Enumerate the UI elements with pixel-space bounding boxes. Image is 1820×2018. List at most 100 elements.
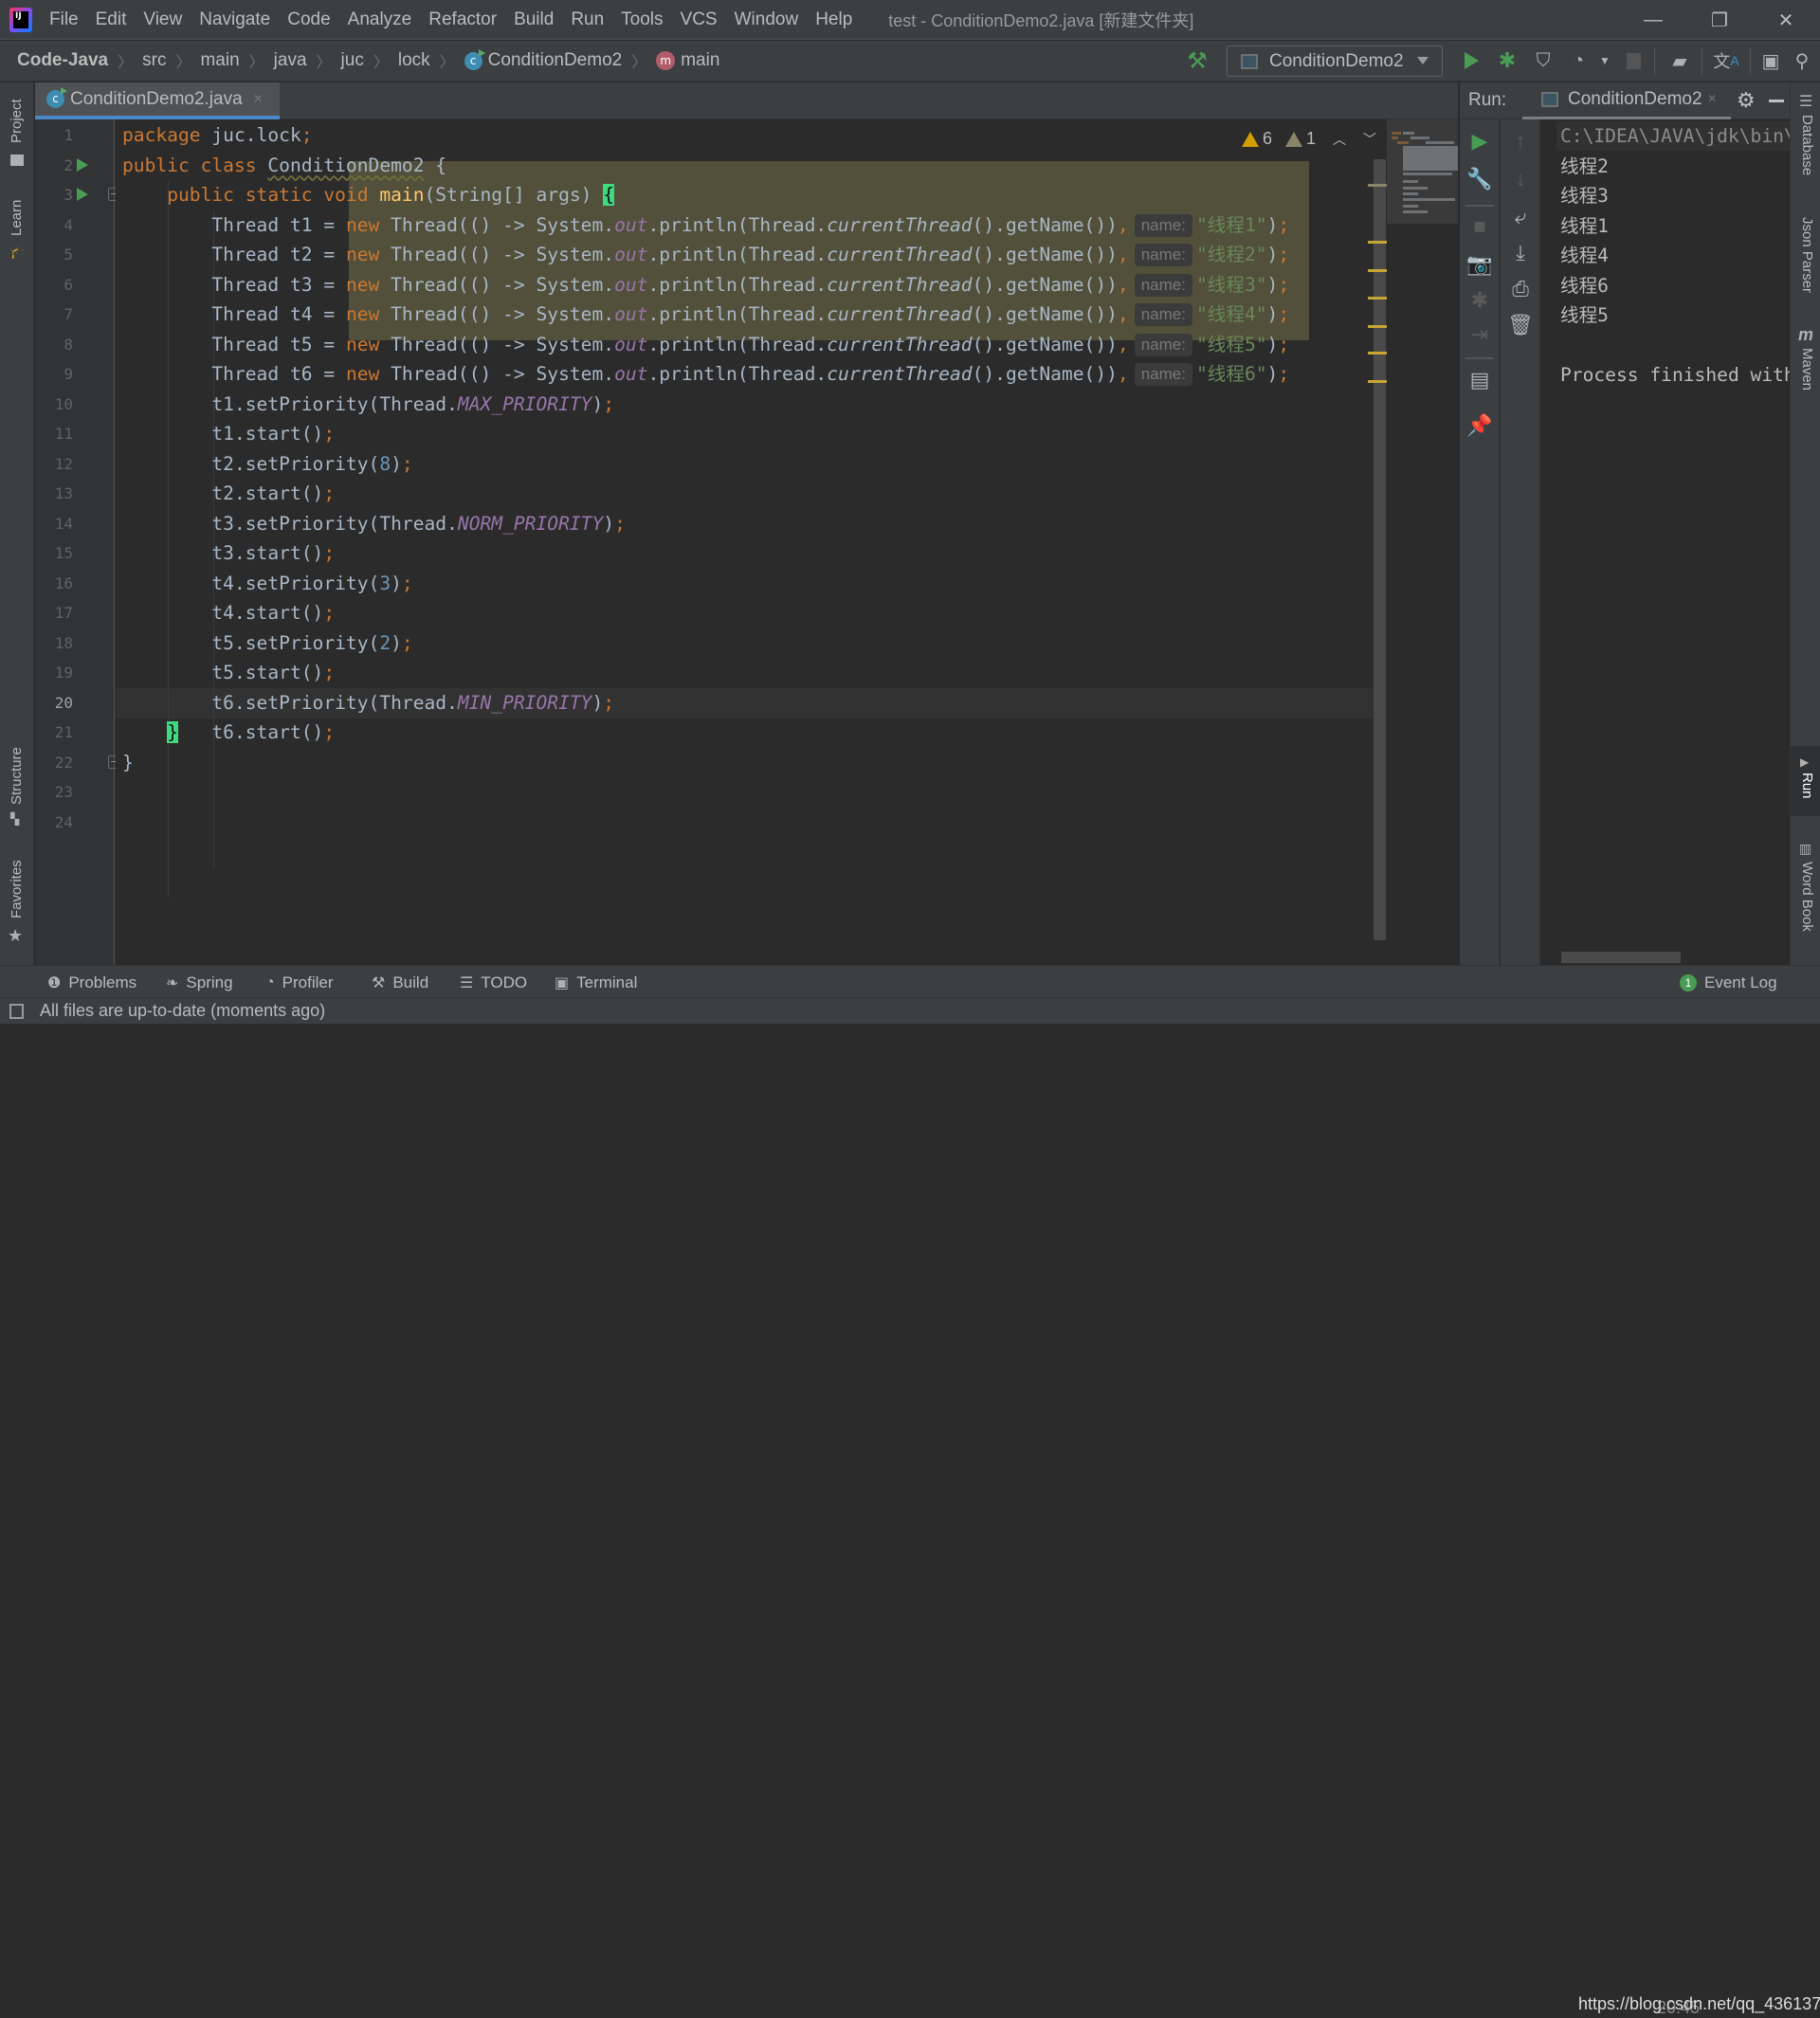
close-tab-icon[interactable]: × xyxy=(1708,91,1717,108)
run-config-icon xyxy=(1241,53,1258,69)
run-config-label: ConditionDemo2 xyxy=(1269,50,1404,71)
java-class-icon: c xyxy=(464,48,485,70)
menu-run[interactable]: Run xyxy=(571,9,604,30)
tool-tab-maven[interactable]: Maven xyxy=(1799,348,1815,391)
minimize-button[interactable]: — xyxy=(1627,0,1680,40)
login-icon[interactable]: ⇥ xyxy=(1460,322,1500,347)
stop-icon[interactable]: ■ xyxy=(1460,214,1500,239)
debug-exit-icon[interactable]: ✱ xyxy=(1460,288,1500,313)
print-icon[interactable]: ⎙ xyxy=(1501,277,1540,301)
stop-icon[interactable] xyxy=(1619,46,1647,75)
close-window-button[interactable]: ✕ xyxy=(1759,0,1812,40)
breadcrumb-main[interactable]: main xyxy=(200,50,239,71)
run-with-coverage-icon[interactable]: ⛉ xyxy=(1529,46,1557,75)
console-horizontal-scrollbar[interactable] xyxy=(1561,952,1681,963)
previous-highlight-icon[interactable]: ︿ xyxy=(1333,130,1346,149)
camera-icon[interactable]: 📷 xyxy=(1460,252,1500,277)
trash-icon[interactable]: 🗑 xyxy=(1501,313,1540,337)
gear-icon[interactable]: ⚙ xyxy=(1737,88,1756,113)
tool-tab-database[interactable]: Database xyxy=(1799,115,1815,175)
error-stripe-mark xyxy=(1368,184,1387,187)
line-number: 10 xyxy=(54,394,73,413)
restore-button[interactable]: ❐ xyxy=(1693,0,1746,40)
menu-build[interactable]: Build xyxy=(514,9,554,30)
menu-window[interactable]: Window xyxy=(735,9,799,30)
arrow-down-icon[interactable]: ↓ xyxy=(1501,167,1540,191)
close-tab-icon[interactable]: × xyxy=(254,91,263,108)
inspection-widget[interactable]: 6 1 ︿ ﹀ xyxy=(1242,129,1376,149)
tool-profiler[interactable]: ◔ Profiler xyxy=(265,973,334,992)
chevron-right-icon: 〉 xyxy=(175,55,191,71)
translate-icon[interactable]: 文A xyxy=(1712,46,1740,75)
code-minimap[interactable] xyxy=(1387,119,1458,224)
profile-icon[interactable]: ◔ xyxy=(1564,46,1592,75)
tool-terminal[interactable]: ▣ Terminal xyxy=(555,973,637,992)
menu-vcs[interactable]: VCS xyxy=(681,9,718,30)
run-console-output[interactable]: C:\IDEA\JAVA\jdk\bin\java.exe ... 线程2 线程3 线… xyxy=(1541,119,1790,965)
menu-edit[interactable]: Edit xyxy=(96,9,127,30)
code-editor[interactable]: package juc.lock; public class Condition… xyxy=(116,119,1386,965)
tool-tab-structure[interactable]: Structure xyxy=(9,747,25,805)
status-message: All files are up-to-date (moments ago) xyxy=(40,1001,326,1020)
scroll-to-end-icon[interactable]: ⤓ xyxy=(1501,241,1540,265)
menu-tools[interactable]: Tools xyxy=(621,9,663,30)
breadcrumb-java[interactable]: java xyxy=(274,50,307,71)
tool-tab-project[interactable]: Project xyxy=(9,99,25,143)
search-icon[interactable]: ⚲ xyxy=(1788,46,1816,75)
arrow-up-icon[interactable]: ↑ xyxy=(1501,129,1540,154)
rerun-icon[interactable]: ▶ xyxy=(1460,129,1500,154)
breadcrumb-class[interactable]: c ConditionDemo2 xyxy=(464,48,622,71)
menu-file[interactable]: File xyxy=(49,9,79,30)
menu-view[interactable]: View xyxy=(143,9,182,30)
debug-bug-icon[interactable]: ✱ xyxy=(1493,46,1521,75)
breadcrumb-src[interactable]: src xyxy=(142,50,166,71)
soft-wrap-icon[interactable]: ⤶ xyxy=(1501,205,1540,229)
tool-spring[interactable]: ❧ Spring xyxy=(166,973,233,992)
tab-conditiondemo2-java[interactable]: c ConditionDemo2.java × xyxy=(35,82,280,119)
run-gutter-icon[interactable] xyxy=(77,157,88,172)
matched-brace: } xyxy=(167,721,178,743)
terminal-window-icon[interactable]: ▣ xyxy=(1756,46,1785,75)
layout-icon[interactable]: ▤ xyxy=(1460,368,1500,392)
tool-tab-favorites[interactable]: Favorites xyxy=(9,860,25,918)
code-line-13: t2.start(); xyxy=(211,482,336,504)
menu-refactor[interactable]: Refactor xyxy=(428,9,497,30)
menu-help[interactable]: Help xyxy=(815,9,852,30)
editor-scrollbar[interactable] xyxy=(1374,159,1386,940)
breadcrumb-juc[interactable]: juc xyxy=(341,50,364,71)
weak-warning-icon xyxy=(1285,131,1303,147)
run-icon[interactable] xyxy=(1457,46,1485,75)
console-line: 线程4 xyxy=(1560,245,1609,266)
tool-tab-word-book[interactable]: Word Book xyxy=(1799,862,1815,932)
event-log-button[interactable]: 1 Event Log xyxy=(1680,973,1777,992)
menu-analyze[interactable]: Analyze xyxy=(348,9,412,30)
run-gutter-icon[interactable] xyxy=(77,188,88,201)
toggle-tool-windows-icon[interactable] xyxy=(9,1004,24,1019)
console-line: 线程2 xyxy=(1560,155,1609,177)
tool-tab-run[interactable]: Run xyxy=(1799,773,1815,799)
next-highlight-icon[interactable]: ﹀ xyxy=(1363,130,1376,149)
breadcrumb-lock[interactable]: lock xyxy=(398,50,430,71)
line-number: 20 xyxy=(54,693,73,712)
tool-tab-learn[interactable]: Learn xyxy=(9,200,25,236)
build-hammer-icon[interactable]: ⚒ xyxy=(1183,46,1211,75)
run-configuration-select[interactable]: ConditionDemo2 xyxy=(1227,45,1443,77)
breadcrumb-method[interactable]: m main xyxy=(656,50,719,71)
tool-build[interactable]: ⚒ Build xyxy=(372,973,428,992)
pin-icon[interactable]: 📌 xyxy=(1460,413,1500,438)
wrench-icon[interactable]: 🔧 xyxy=(1460,167,1500,191)
project-structure-icon[interactable]: ▰ xyxy=(1665,46,1694,75)
line-number: 19 xyxy=(54,664,73,682)
hide-panel-icon[interactable] xyxy=(1769,100,1784,102)
run-tab-conditiondemo2[interactable]: ConditionDemo2 × xyxy=(1522,82,1731,119)
menu-navigate[interactable]: Navigate xyxy=(199,9,270,30)
code-line-11: t1.start(); xyxy=(211,423,336,445)
breadcrumb-project[interactable]: Code-Java xyxy=(17,50,108,71)
chevron-down-icon[interactable]: ▼ xyxy=(1591,46,1619,75)
console-line: C:\IDEA\JAVA\jdk\bin\java.exe ... xyxy=(1560,125,1790,147)
run-config-icon xyxy=(1541,92,1558,107)
tool-tab-json-parser[interactable]: Json Parser xyxy=(1799,217,1815,293)
tool-problems[interactable]: ❶ Problems xyxy=(47,973,136,992)
tool-todo[interactable]: ☰ TODO xyxy=(460,973,527,992)
menu-code[interactable]: Code xyxy=(287,9,330,30)
